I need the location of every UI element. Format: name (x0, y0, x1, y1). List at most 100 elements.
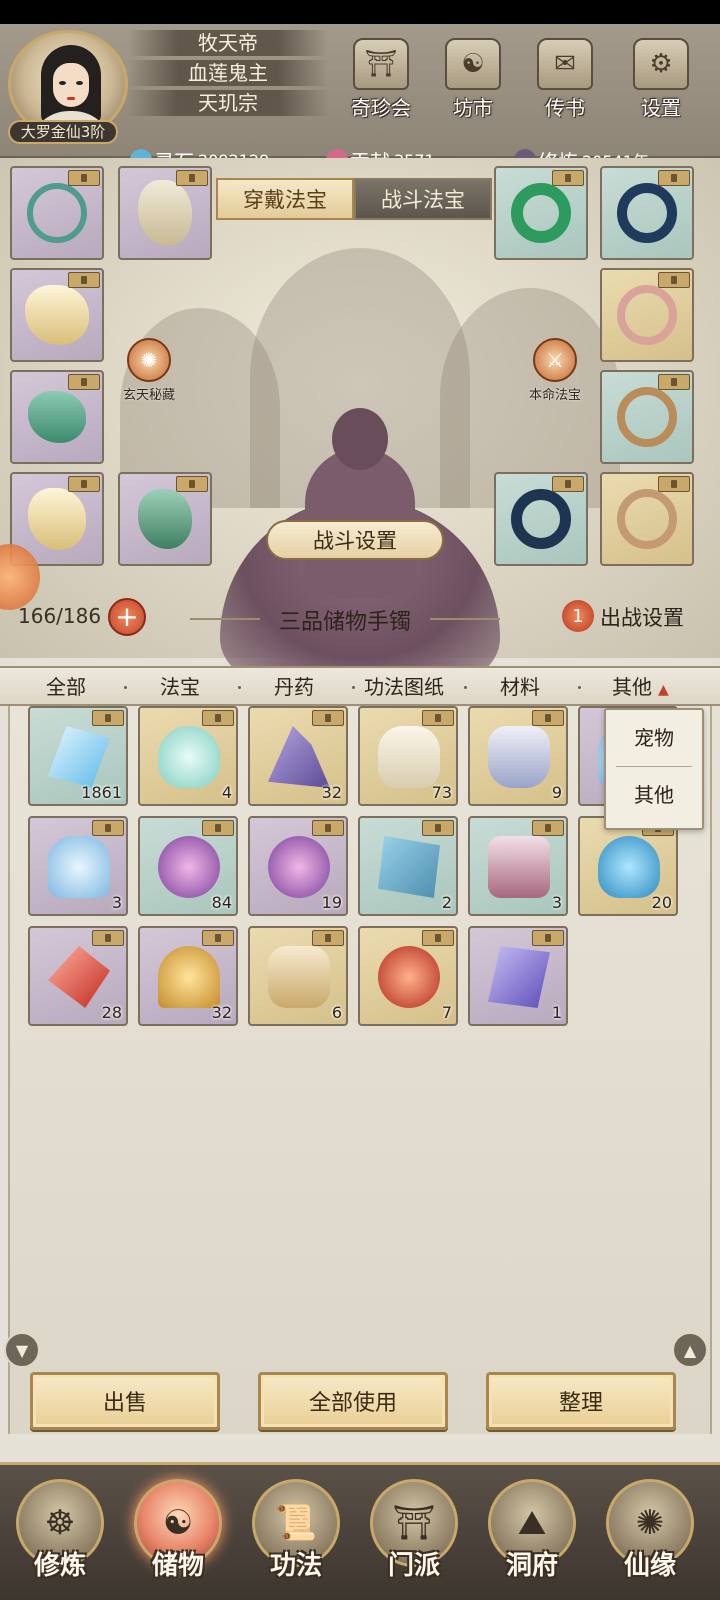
copper-ring-icon (617, 489, 677, 549)
gold-armor-icon (25, 285, 89, 345)
nav-cultivate[interactable]: ☸ 修炼 (10, 1479, 110, 1599)
bag-title: 三品储物手镯 (190, 604, 500, 636)
tab-worn-treasures[interactable]: 穿戴法宝 (216, 178, 354, 220)
sapphire-ring-icon (617, 183, 677, 243)
lock-icon (92, 710, 124, 726)
lock-icon (552, 476, 584, 492)
settings-button[interactable]: ⚙ 设置 (626, 38, 696, 128)
lock-icon (176, 170, 208, 186)
blue-crystal-icon (48, 726, 110, 788)
use-all-button[interactable]: 全部使用 (258, 1372, 448, 1430)
item-count: 1 (551, 1003, 562, 1022)
equip-slot-treasure-6[interactable] (600, 472, 694, 566)
scroll-up-button[interactable]: ▲ (672, 1332, 708, 1368)
tab-pills[interactable]: 丹药 (274, 668, 314, 708)
inventory-item[interactable]: 4 (138, 706, 238, 806)
tab-battle-treasures[interactable]: 战斗法宝 (354, 178, 492, 220)
sell-button[interactable]: 出售 (30, 1372, 220, 1430)
nav-cave[interactable]: ⛰ 洞府 (482, 1479, 582, 1599)
tab-other[interactable]: 其他 ▲ (612, 668, 669, 708)
equip-slot-boots[interactable] (118, 472, 212, 566)
natal-treasure-button[interactable]: ⚔ 本命法宝 (520, 338, 590, 403)
tab-all[interactable]: 全部 (46, 668, 86, 708)
sort-button[interactable]: 整理 (486, 1372, 676, 1430)
lock-icon (92, 820, 124, 836)
lock-icon (422, 710, 454, 726)
spirit-cloak-icon (138, 180, 192, 246)
inventory-item[interactable]: 28 (28, 926, 128, 1026)
inventory-item[interactable]: 1 (468, 926, 568, 1026)
jade-boots-icon (138, 489, 192, 549)
item-count: 3 (551, 893, 562, 912)
inventory-item[interactable]: 9 (468, 706, 568, 806)
category-tabs: 全部 法宝 丹药 功法图纸 材料 其他 ▲ (0, 666, 720, 706)
equip-slot-treasure-5[interactable] (494, 472, 588, 566)
bottom-navigation: ☸ 修炼 ☯ 储物 📜 功法 ⛩ 门派 ⛰ 洞府 ✺ 仙缘 (0, 1462, 720, 1600)
golden-grass-icon (158, 946, 220, 1008)
inventory-item[interactable]: 7 (358, 926, 458, 1026)
equip-slot-headwear[interactable] (118, 166, 212, 260)
inventory-item[interactable]: 32 (248, 706, 348, 806)
tab-techniques[interactable]: 功法图纸 (364, 668, 444, 708)
inventory-item[interactable]: 20 (578, 816, 678, 916)
dropdown-option-other[interactable]: 其他 (606, 767, 702, 823)
violet-scroll-icon (488, 946, 550, 1008)
equip-slot-treasure-3[interactable] (600, 268, 694, 362)
nav-destiny[interactable]: ✺ 仙缘 (600, 1479, 700, 1599)
lock-icon (68, 476, 100, 492)
crystal-flower-icon (48, 836, 110, 898)
hidden-treasury-button[interactable]: ✺ 玄天秘藏 (114, 338, 184, 403)
item-count: 32 (321, 783, 342, 802)
lock-icon (658, 170, 690, 186)
item-count: 19 (321, 893, 342, 912)
inventory-item[interactable]: 6 (248, 926, 348, 1026)
equip-slot-treasure-4[interactable] (600, 370, 694, 464)
inventory-item[interactable]: 73 (358, 706, 458, 806)
chevron-up-icon: ▲ (683, 1340, 697, 1360)
equip-slot-armor[interactable] (10, 268, 104, 362)
dropdown-option-pets[interactable]: 宠物 (606, 710, 702, 766)
status-bar (0, 0, 720, 24)
lock-icon (202, 930, 234, 946)
battle-settings-button[interactable]: 战斗设置 (266, 520, 444, 560)
star-scroll-icon (378, 836, 440, 898)
chevron-up-icon: ▲ (658, 682, 669, 698)
lock-icon (68, 170, 100, 186)
letters-button[interactable]: ✉ 传书 (530, 38, 600, 128)
fight-settings-button[interactable]: 出战设置 (600, 602, 684, 632)
market-button[interactable]: ☯ 坊市 (438, 38, 508, 128)
inventory-item[interactable]: 19 (248, 816, 348, 916)
expand-bag-button[interactable]: + (108, 598, 146, 636)
realm-rank-badge: 大罗金仙3阶 (8, 120, 118, 144)
tab-materials[interactable]: 材料 (500, 668, 540, 708)
equip-slot-necklace[interactable] (10, 166, 104, 260)
equip-slot-gloves[interactable] (10, 370, 104, 464)
tab-artifacts[interactable]: 法宝 (160, 668, 200, 708)
lock-icon (312, 930, 344, 946)
bronze-ring-icon (617, 387, 677, 447)
inventory-item[interactable]: 32 (138, 926, 238, 1026)
inventory-item[interactable]: 1861 (28, 706, 128, 806)
flame-talisman-icon (268, 946, 330, 1008)
purple-lotus-icon (268, 836, 330, 898)
nav-sect[interactable]: ⛩ 门派 (364, 1479, 464, 1599)
treasure-pavilion-button[interactable]: ⛩ 奇珍会 (346, 38, 416, 128)
other-category-dropdown: 宠物 其他 (604, 708, 704, 830)
lock-icon (312, 820, 344, 836)
inventory-item[interactable]: 2 (358, 816, 458, 916)
fight-count-badge: 1 (562, 600, 594, 632)
gear-icon: ⚙ (633, 38, 689, 90)
inventory-item[interactable]: 84 (138, 816, 238, 916)
inventory-item[interactable]: 3 (468, 816, 568, 916)
lock-icon (68, 272, 100, 288)
purple-hat-icon (268, 726, 330, 788)
chevron-down-icon: ▼ (15, 1340, 29, 1360)
equip-slot-treasure-2[interactable] (600, 166, 694, 260)
swirl-orb-icon: ✺ (127, 338, 171, 382)
item-count: 3 (111, 893, 122, 912)
nav-techniques[interactable]: 📜 功法 (246, 1479, 346, 1599)
inventory-item[interactable]: 3 (28, 816, 128, 916)
equip-slot-treasure-1[interactable] (494, 166, 588, 260)
scroll-down-button[interactable]: ▼ (4, 1332, 40, 1368)
nav-storage[interactable]: ☯ 储物 (128, 1479, 228, 1599)
